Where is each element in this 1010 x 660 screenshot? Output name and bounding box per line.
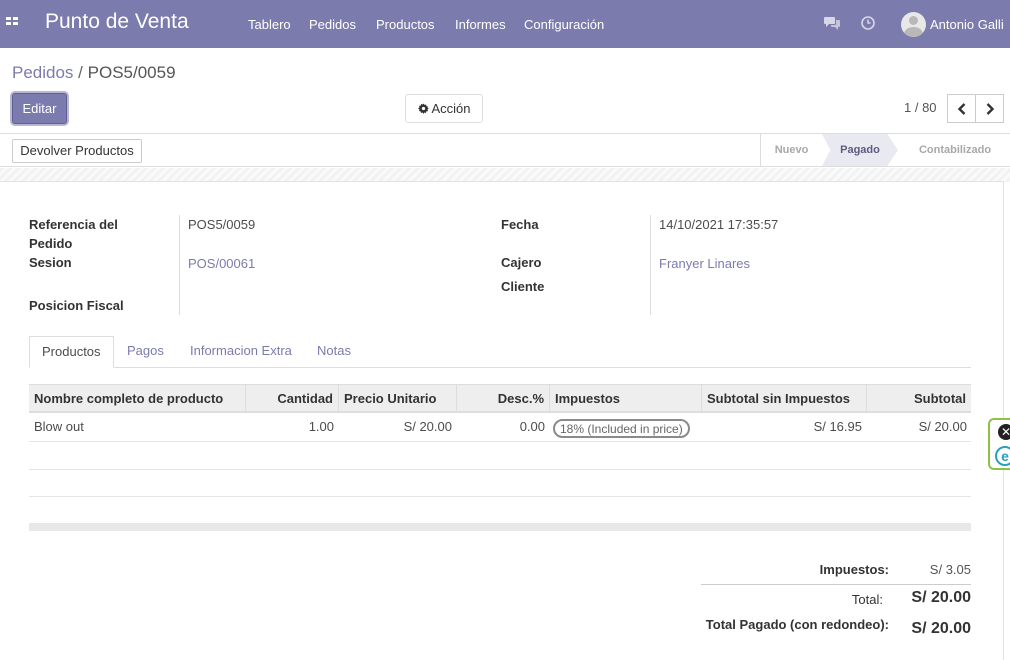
taxes-total-label: Impuestos:: [819, 562, 889, 577]
tab-productos[interactable]: Productos: [29, 336, 114, 368]
extension-e-icon[interactable]: e: [995, 446, 1010, 466]
tax-badge: 18% (Included in price): [553, 419, 690, 438]
breadcrumb-parent[interactable]: Pedidos: [12, 63, 73, 82]
tab-notas[interactable]: Notas: [305, 336, 363, 368]
customer-label: Cliente: [501, 279, 545, 294]
col-product[interactable]: Nombre completo de producto: [29, 385, 246, 412]
user-name[interactable]: Antonio Galli: [930, 17, 1004, 32]
row-subtotal-untaxed: S/ 16.95: [813, 419, 862, 434]
clock-icon[interactable]: [859, 15, 877, 33]
row-discount: 0.00: [519, 419, 545, 434]
sheet-background: [0, 168, 1010, 182]
edit-button[interactable]: Editar: [12, 93, 67, 124]
action-button[interactable]: Acción: [405, 94, 483, 123]
row-divider: [29, 496, 971, 497]
apps-icon[interactable]: [6, 17, 20, 31]
menu-configuracion[interactable]: Configuración: [524, 17, 604, 32]
cashier-link[interactable]: Franyer Linares: [659, 256, 750, 271]
tab-pagos[interactable]: Pagos: [115, 336, 176, 368]
breadcrumb-current: POS5/0059: [87, 63, 176, 82]
statusbar: Devolver Productos Nuevo Pagado Contabil…: [0, 133, 1010, 167]
avatar[interactable]: [901, 12, 926, 37]
row-qty: 1.00: [308, 419, 334, 434]
col-discount[interactable]: Desc.%: [457, 385, 550, 412]
menu-informes[interactable]: Informes: [455, 17, 506, 32]
top-navbar: Punto de Venta Tablero Pedidos Productos…: [0, 0, 1010, 48]
total-value: S/ 20.00: [911, 589, 971, 606]
pager-value[interactable]: 1 / 80: [904, 100, 937, 115]
chat-icon[interactable]: [823, 15, 841, 33]
stage-contabilizado[interactable]: Contabilizado: [900, 134, 1010, 166]
col-subtotal[interactable]: Subtotal: [867, 385, 971, 412]
left-group-divider: [179, 215, 180, 315]
row-product[interactable]: Blow out: [34, 419, 84, 434]
breadcrumb-separator: /: [78, 63, 83, 82]
gear-icon: [417, 103, 429, 114]
stage-nuevo[interactable]: Nuevo: [760, 134, 822, 166]
table-header: Nombre completo de producto Cantidad Pre…: [29, 384, 971, 413]
row-divider: [29, 441, 971, 442]
row-divider: [29, 469, 971, 470]
cashier-label: Cajero: [501, 255, 542, 270]
ref-label-line2: Pedido: [29, 236, 73, 251]
stage-pagado[interactable]: Pagado: [822, 134, 898, 166]
app-brand[interactable]: Punto de Venta: [45, 10, 189, 34]
chevron-left-icon: [957, 103, 966, 115]
menu-pedidos[interactable]: Pedidos: [309, 17, 356, 32]
row-price: S/ 20.00: [403, 419, 452, 434]
fiscal-position-label: Posicion Fiscal: [29, 298, 124, 313]
col-qty[interactable]: Cantidad: [246, 385, 339, 412]
close-icon[interactable]: ✕: [998, 424, 1010, 440]
total-paid-value: S/ 20.00: [911, 620, 971, 637]
right-group-divider: [650, 215, 651, 315]
ref-label-line1: Referencia del: [29, 217, 118, 232]
taxes-total-value: S/ 3.05: [929, 562, 971, 577]
breadcrumb: Pedidos / POS5/0059: [12, 63, 176, 83]
total-paid-label: Total Pagado (con redondeo):: [705, 617, 889, 632]
tab-informacion-extra[interactable]: Informacion Extra: [178, 336, 304, 368]
col-taxes[interactable]: Impuestos: [550, 385, 702, 412]
col-price[interactable]: Precio Unitario: [339, 385, 457, 412]
date-label: Fecha: [501, 217, 539, 232]
date-value: 14/10/2021 17:35:57: [659, 217, 779, 232]
ref-value: POS5/0059: [188, 217, 256, 232]
menu-productos[interactable]: Productos: [376, 17, 435, 32]
menu-tablero[interactable]: Tablero: [248, 17, 291, 32]
session-label: Sesion: [29, 255, 72, 270]
ref-label: Referencia del Pedido: [29, 215, 118, 253]
extension-widget[interactable]: ✕ e: [988, 418, 1010, 470]
table-footer: [29, 523, 971, 531]
pager-previous-button[interactable]: [947, 94, 976, 123]
return-products-button[interactable]: Devolver Productos: [12, 139, 142, 163]
chevron-right-icon: [986, 103, 995, 115]
total-label: Total:: [851, 592, 883, 607]
col-subtotal-untaxed[interactable]: Subtotal sin Impuestos: [702, 385, 867, 412]
row-subtotal: S/ 20.00: [918, 419, 967, 434]
session-link[interactable]: POS/00061: [188, 256, 255, 271]
pager-next-button[interactable]: [975, 94, 1004, 123]
totals-divider: [701, 584, 971, 585]
action-label: Acción: [431, 101, 471, 116]
